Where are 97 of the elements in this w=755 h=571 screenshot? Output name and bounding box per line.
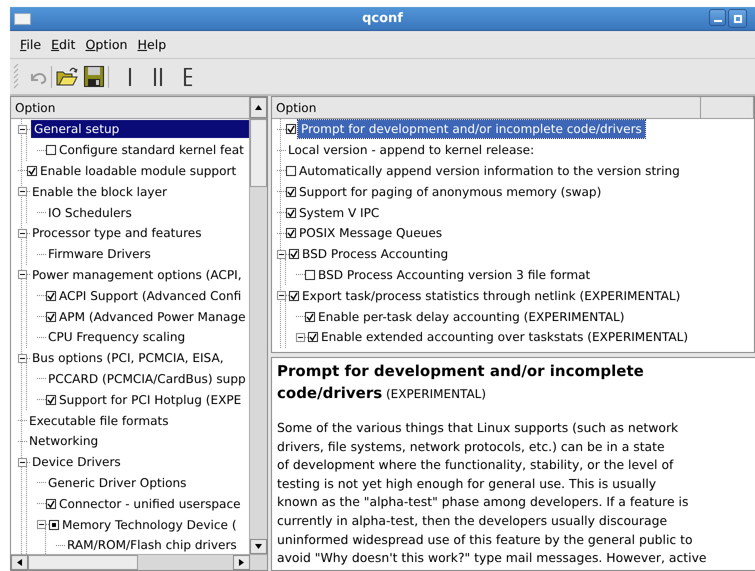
tree-item[interactable]: POSIX Message Queues xyxy=(298,225,444,242)
module-checkbox[interactable] xyxy=(49,520,59,530)
checkbox[interactable] xyxy=(305,312,315,322)
tree-item[interactable]: Configure standard kernel feat xyxy=(58,142,245,158)
tree-item[interactable]: APM (Advanced Power Manage xyxy=(58,308,247,325)
help-title: Prompt for development and/or incomplete code/drivers (EXPERIMENTAL) xyxy=(277,361,645,404)
checkbox[interactable] xyxy=(46,312,56,322)
tree-item[interactable]: System V IPC xyxy=(298,204,380,221)
collapse-toggle[interactable] xyxy=(18,270,27,280)
minimize-icon xyxy=(714,20,722,22)
check-icon xyxy=(47,312,55,321)
tree-item[interactable]: Support for PCI Hotplug (EXPE xyxy=(58,392,242,408)
tree-item[interactable]: General setup xyxy=(31,120,249,138)
tree-item[interactable]: Power management options (ACPI, xyxy=(31,266,243,283)
tree-item[interactable]: Local version - append to kernel release: xyxy=(287,142,536,158)
collapse-toggle[interactable] xyxy=(18,228,27,238)
check-icon xyxy=(290,250,298,258)
tree-item[interactable]: Memory Technology Device ( xyxy=(61,516,238,533)
scroll-right-icon xyxy=(238,558,245,567)
check-icon xyxy=(47,500,55,508)
scroll-up-button[interactable] xyxy=(250,97,267,118)
collapse-toggle[interactable] xyxy=(18,458,27,467)
menu-item[interactable]: Edit xyxy=(46,35,80,54)
tree-item[interactable]: Bus options (PCI, PCMCIA, EISA, xyxy=(31,350,225,366)
maximize-button[interactable] xyxy=(728,9,747,28)
save-icon[interactable] xyxy=(84,66,104,87)
collapse-toggle[interactable] xyxy=(296,332,305,342)
tree-item[interactable]: IO Schedulers xyxy=(47,204,133,221)
tree-item[interactable]: Connector - unified userspace xyxy=(58,496,242,512)
tree-item[interactable]: BSD Process Accounting xyxy=(301,246,450,262)
open-folder-icon[interactable] xyxy=(56,66,78,87)
tree-item[interactable]: PCCARD (PCMCIA/CardBus) supp xyxy=(47,370,247,387)
window-title: qconf xyxy=(362,11,403,26)
menu-item[interactable]: Help xyxy=(132,35,172,54)
maximize-icon xyxy=(734,14,742,22)
menu-item[interactable]: Option xyxy=(80,35,133,54)
checkbox[interactable] xyxy=(289,290,299,301)
checkbox[interactable] xyxy=(286,186,296,197)
collapse-toggle[interactable] xyxy=(37,520,46,530)
check-icon xyxy=(28,166,36,175)
tree-item[interactable]: BSD Process Accounting version 3 file format xyxy=(317,266,592,283)
checkbox[interactable] xyxy=(289,249,299,260)
tree-item[interactable]: Prompt for development and/or incomplete code/drivers xyxy=(298,120,645,138)
tree-item[interactable]: Automatically append version information to the version string xyxy=(298,162,681,179)
tree-item[interactable]: ACPI Support (Advanced Confi xyxy=(58,288,242,304)
checkbox[interactable] xyxy=(305,270,315,280)
check-icon xyxy=(287,125,295,134)
scroll-left-icon xyxy=(16,558,23,567)
checkbox[interactable] xyxy=(46,290,56,301)
tree-item[interactable]: RAM/ROM/Flash chip drivers xyxy=(66,537,238,554)
tree-item[interactable]: Export task/process statistics through netlink (EXPERIMENTAL) xyxy=(301,288,682,304)
scrollbar-thumb[interactable] xyxy=(28,555,138,570)
collapse-toggle[interactable] xyxy=(277,291,286,300)
tree-item[interactable]: Enable per-task delay accounting (EXPERIMENTAL) xyxy=(317,308,626,325)
checkbox[interactable] xyxy=(27,166,37,176)
check-icon xyxy=(309,333,317,342)
tree-item[interactable]: Enable loadable module support xyxy=(39,162,238,179)
checkbox[interactable] xyxy=(286,166,296,176)
split-view-icon[interactable] xyxy=(153,68,163,86)
help-text: Some of the various things that Linux supports (such as network drivers, file systems, network protocols, etc.) can be in a state of development where the functionality, stability, or the level of testing is not yet high enough for general use. This is usually known as the "alpha-test" phase among developers. If a feature is currently in alpha-test, then the developers usually discourage uninformed widespread use of this feature by the general public to avoid "Why doesn't this work?" type mail messages. However, active xyxy=(277,419,708,568)
tree-item[interactable]: Enable the block layer xyxy=(31,184,168,200)
tree-item[interactable]: Enable extended accounting over taskstats (EXPERIMENTAL) xyxy=(320,329,690,346)
tree-item[interactable]: Device Drivers xyxy=(31,454,122,470)
vertical-scrollbar[interactable] xyxy=(249,119,267,554)
check-icon xyxy=(47,292,55,300)
tree-item[interactable]: Support for paging of anonymous memory (swap) xyxy=(298,184,602,200)
full-view-icon[interactable] xyxy=(183,68,193,86)
window-menu-icon[interactable] xyxy=(14,12,31,24)
check-icon xyxy=(287,208,295,217)
horizontal-scrollbar[interactable] xyxy=(11,554,267,570)
check-icon xyxy=(306,312,314,321)
check-icon xyxy=(287,229,295,238)
minimize-button[interactable] xyxy=(709,9,726,26)
scrollbar-thumb[interactable] xyxy=(250,119,267,187)
check-icon xyxy=(290,292,298,300)
tree-item[interactable]: Executable file formats xyxy=(28,412,170,429)
checkbox[interactable] xyxy=(286,208,296,218)
check-icon xyxy=(287,188,295,196)
tree-item[interactable]: Firmware Drivers xyxy=(47,246,152,262)
menu-item[interactable]: File xyxy=(15,35,46,54)
checkbox[interactable] xyxy=(286,124,296,134)
collapse-toggle[interactable] xyxy=(277,250,286,259)
checkbox[interactable] xyxy=(308,332,318,342)
tree-item[interactable]: Processor type and features xyxy=(31,225,203,242)
scroll-down-icon xyxy=(254,543,263,550)
collapse-toggle[interactable] xyxy=(18,124,27,134)
checkbox[interactable] xyxy=(286,228,296,238)
collapse-toggle[interactable] xyxy=(18,354,27,363)
tree-item[interactable]: CPU Frequency scaling xyxy=(47,329,186,346)
collapse-toggle[interactable] xyxy=(18,187,27,196)
tree-item[interactable]: Networking xyxy=(28,433,100,450)
toolbar-grip[interactable] xyxy=(13,64,19,89)
checkbox[interactable] xyxy=(46,145,56,156)
checkbox[interactable] xyxy=(46,394,56,405)
tree-item[interactable]: Generic Driver Options xyxy=(47,474,188,491)
checkbox[interactable] xyxy=(46,498,56,509)
check-icon xyxy=(47,396,55,404)
